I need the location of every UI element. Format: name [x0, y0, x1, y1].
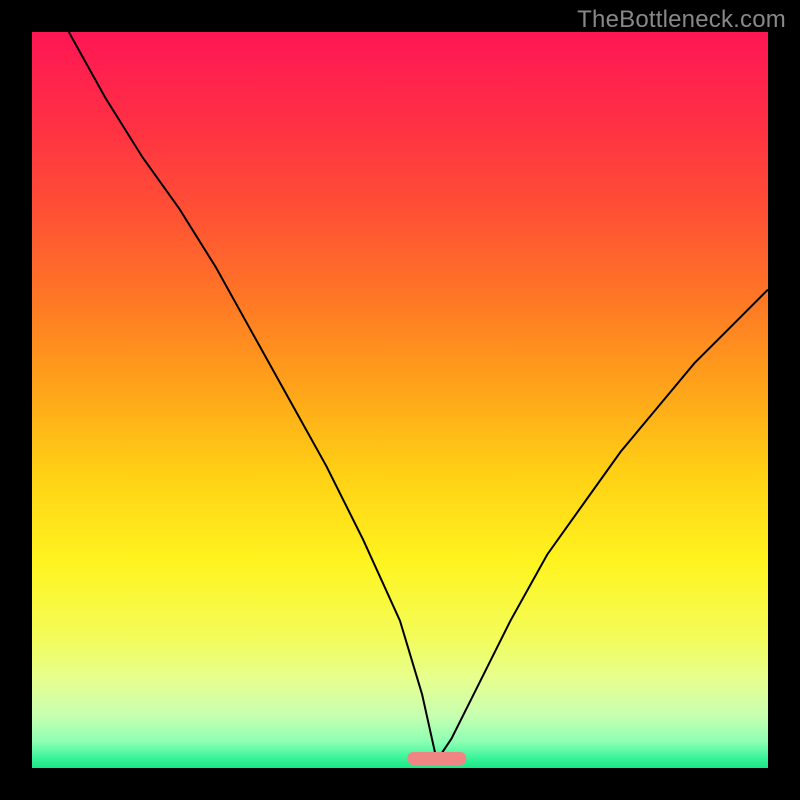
watermark-text: TheBottleneck.com — [577, 6, 786, 34]
chart-frame: TheBottleneck.com — [0, 0, 800, 800]
optimal-range-bar — [407, 752, 466, 765]
bottleneck-chart — [0, 0, 800, 800]
gradient-background — [32, 32, 768, 768]
